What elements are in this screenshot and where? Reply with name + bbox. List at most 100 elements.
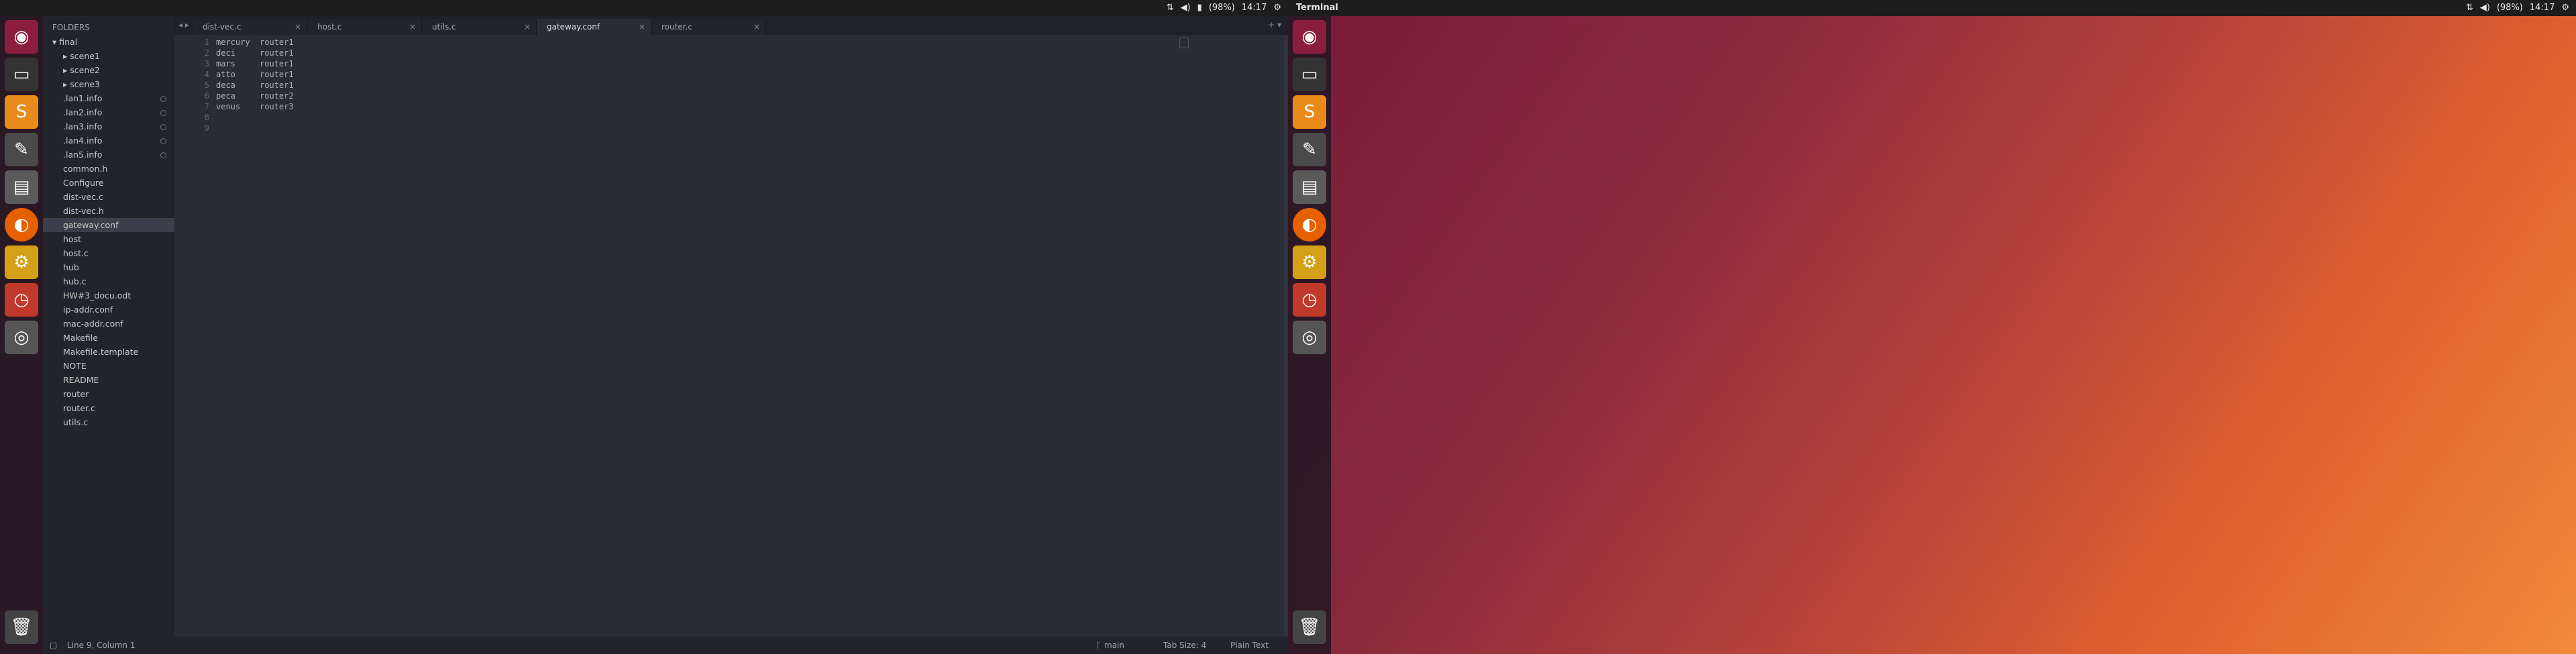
sidebar-item[interactable]: hub [43, 260, 174, 274]
sidebar-item[interactable]: ▸ scene3 [43, 77, 174, 91]
sidebar-item[interactable]: hub.c [43, 274, 174, 288]
sidebar-item[interactable]: host [43, 232, 174, 246]
tab-size[interactable]: Tab Size: 4 [1163, 641, 1206, 650]
sidebar-item[interactable]: .lan2.info [43, 105, 174, 119]
clock-2[interactable]: 14:17 [2530, 3, 2555, 13]
firefox-icon[interactable]: ◐ [5, 208, 38, 241]
sidebar-item[interactable]: README [43, 373, 174, 387]
volume-icon[interactable]: ◀) [2480, 3, 2490, 13]
code-line[interactable]: venus router3 [216, 102, 294, 111]
software-icon[interactable]: ◷ [1293, 283, 1326, 317]
sidebar-item[interactable]: HW#3_docu.odt [43, 288, 174, 303]
tab-bar: ◂ ▸ dist-vec.c × host.c × utils.c × gateway.co… [174, 16, 1288, 35]
sidebar-item[interactable]: .lan1.info [43, 91, 174, 105]
ubuntu-logo-icon[interactable]: ◉ [5, 20, 38, 54]
trash-icon[interactable]: 🗑 [1293, 610, 1326, 644]
code-line[interactable]: peca router2 [216, 91, 294, 101]
syntax-mode[interactable]: Plain Text [1230, 641, 1269, 650]
text-editor-icon[interactable]: ✎ [5, 133, 38, 166]
settings-icon[interactable]: ⚙ [5, 246, 38, 279]
tab-menu-icon[interactable]: + ▾ [1268, 20, 1281, 30]
clock[interactable]: 14:17 [1242, 3, 1267, 13]
line-number: 5 [204, 80, 209, 90]
line-number: 4 [204, 70, 209, 79]
code-line[interactable]: mercury router1 [216, 38, 294, 47]
sidebar-item[interactable]: dist-vec.c [43, 190, 174, 204]
sidebar-item[interactable]: .lan4.info [43, 133, 174, 148]
wifi-icon[interactable]: ⇅ [2466, 3, 2473, 13]
active-app-title: Terminal [1296, 3, 1338, 13]
sublime-icon[interactable]: S [1293, 95, 1326, 129]
battery-icon[interactable]: ▮ [1197, 3, 1202, 13]
editor[interactable]: 1 mercury router1 2 deci router1 3 mars route… [174, 35, 1288, 637]
close-icon[interactable]: × [524, 19, 531, 35]
sidebar-item[interactable]: ▸ scene2 [43, 63, 174, 77]
sidebar-item[interactable]: dist-vec.h [43, 204, 174, 218]
code-line[interactable]: mars router1 [216, 59, 294, 68]
firefox-icon[interactable]: ◐ [1293, 208, 1326, 241]
settings-icon[interactable]: ⚙ [1293, 246, 1326, 279]
close-icon[interactable]: × [409, 19, 416, 35]
sidebar-item[interactable]: ▸ scene1 [43, 49, 174, 63]
tab-utils-c[interactable]: utils.c × [423, 19, 537, 35]
sidebar-item[interactable]: .lan3.info [43, 119, 174, 133]
sublime-icon[interactable]: S [5, 95, 38, 129]
close-icon[interactable]: × [294, 19, 301, 35]
sidebar-item[interactable]: Makefile [43, 331, 174, 345]
power-icon[interactable]: ⚙ [2561, 3, 2569, 13]
terminal-icon[interactable]: ▭ [5, 58, 38, 91]
sidebar-item[interactable]: NOTE [43, 359, 174, 373]
sidebar-item[interactable]: common.h [43, 162, 174, 176]
close-icon[interactable]: × [753, 19, 760, 35]
code-line[interactable]: atto router1 [216, 70, 294, 79]
sidebar-item[interactable]: router.c [43, 401, 174, 415]
terminal-icon[interactable]: ▭ [1293, 58, 1326, 91]
battery-percent: (98%) [1208, 3, 1235, 13]
wifi-icon[interactable]: ⇅ [1167, 3, 1174, 13]
sidebar-item[interactable]: host.c [43, 246, 174, 260]
indicators-2[interactable]: ⇅ ◀) (98%) 14:17 ⚙ [2466, 3, 2569, 13]
sublime-window: FOLDERS ▾ final ▸ scene1 ▸ scene2 ▸ scene3.… [43, 16, 1288, 654]
line-number: 3 [204, 59, 209, 68]
files-icon[interactable]: ▤ [1293, 170, 1326, 204]
line-number: 8 [204, 113, 209, 122]
files-icon[interactable]: ▤ [5, 170, 38, 204]
trash-icon[interactable]: 🗑 [5, 610, 38, 644]
close-icon[interactable]: × [639, 19, 645, 35]
tab-gateway-conf[interactable]: gateway.conf × [537, 19, 651, 35]
tab-host-c[interactable]: host.c × [308, 19, 422, 35]
sidebar-item[interactable]: gateway.conf [43, 218, 174, 232]
unsaved-dot-icon [160, 124, 166, 130]
disc-icon[interactable]: ◎ [5, 321, 38, 354]
code-line[interactable]: deca router1 [216, 80, 294, 90]
indicators[interactable]: ⇅ ◀) ▮ (98%) 14:17 ⚙ [1167, 3, 1281, 13]
sidebar-item[interactable]: mac-addr.conf [43, 317, 174, 331]
code-line[interactable]: deci router1 [216, 48, 294, 58]
tab-nav-icon[interactable]: ◂ ▸ [178, 20, 189, 30]
top-panel: ⇅ ◀) ▮ (98%) 14:17 ⚙ [0, 0, 1288, 16]
sidebar-item[interactable]: ip-addr.conf [43, 303, 174, 317]
unsaved-dot-icon [160, 96, 166, 102]
disc-icon[interactable]: ◎ [1293, 321, 1326, 354]
tab-label: host.c [317, 22, 342, 32]
tab-router-c[interactable]: router.c × [652, 19, 766, 35]
sidebar-item[interactable]: router [43, 387, 174, 401]
volume-icon[interactable]: ◀) [1181, 3, 1191, 13]
power-icon[interactable]: ⚙ [1273, 3, 1281, 13]
minimap-icon[interactable] [1179, 38, 1189, 48]
tab-dist-vec-c[interactable]: dist-vec.c × [193, 19, 307, 35]
ubuntu-logo-icon[interactable]: ◉ [1293, 20, 1326, 54]
sidebar-item[interactable]: Configure [43, 176, 174, 190]
sidebar-item[interactable]: ▾ final [43, 35, 174, 49]
git-branch[interactable]: main [1104, 641, 1124, 650]
text-editor-icon[interactable]: ✎ [1293, 133, 1326, 166]
sidebar-item[interactable]: utils.c [43, 415, 174, 429]
panel-toggle-icon[interactable]: ▢ [50, 641, 57, 650]
sidebar-item[interactable]: .lan5.info [43, 148, 174, 162]
software-icon[interactable]: ◷ [5, 283, 38, 317]
desktop-right: Terminal ⇅ ◀) (98%) 14:17 ⚙ ◉ ▭ S ✎ ▤ ◐ … [1288, 0, 2576, 654]
sidebar-item[interactable]: Makefile.template [43, 345, 174, 359]
launcher-2: ◉ ▭ S ✎ ▤ ◐ ⚙ ◷ ◎ 🗑 [1288, 16, 1331, 654]
top-panel-2: Terminal ⇅ ◀) (98%) 14:17 ⚙ [1288, 0, 2576, 16]
tab-label: gateway.conf [547, 22, 600, 32]
